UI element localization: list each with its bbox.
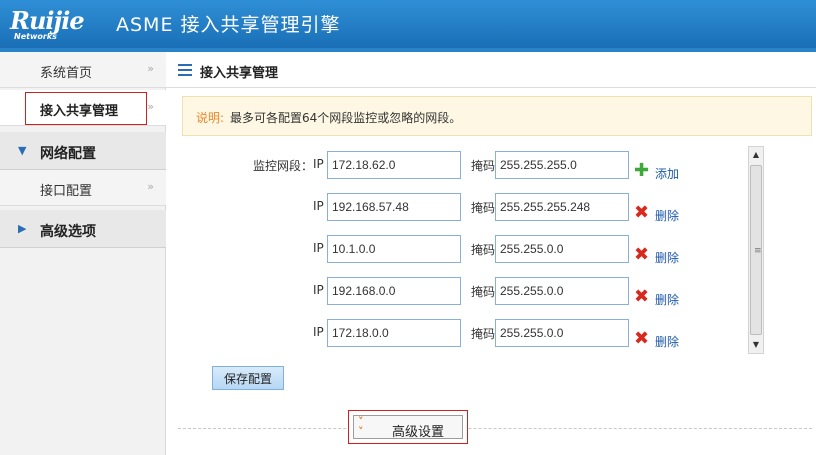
delete-label: 删除	[655, 335, 680, 349]
title-divider	[166, 87, 816, 88]
delete-label: 删除	[655, 251, 680, 265]
mask-label: 掩码	[471, 243, 496, 257]
notice-banner: 说明: 最多可各配置64个网段监控或忽略的网段。	[182, 96, 812, 136]
mask-label: 掩码	[471, 327, 496, 341]
close-x-icon: ✖	[634, 328, 650, 349]
sidebar-group-advanced[interactable]: ▶ 高级选项	[0, 210, 166, 248]
advanced-settings-label: 高级设置	[392, 425, 445, 440]
mask-input[interactable]	[495, 277, 629, 305]
ip-label: IP	[313, 283, 324, 297]
sidebar-item-label: 接入共享管理	[40, 104, 119, 119]
advanced-settings-button[interactable]: ˅ ˅ 高级设置	[353, 415, 463, 440]
ip-input[interactable]	[327, 151, 461, 179]
ip-input[interactable]	[327, 277, 461, 305]
close-x-icon: ✖	[634, 202, 650, 223]
mask-label: 掩码	[471, 285, 496, 299]
scroll-up-arrow-icon[interactable]: ▲	[749, 147, 763, 163]
plus-icon: ✚	[634, 160, 650, 181]
mask-label: 掩码	[471, 201, 496, 215]
ip-input[interactable]	[327, 235, 461, 263]
save-config-button[interactable]: 保存配置	[212, 366, 284, 390]
monitor-segment-label: 监控网段：	[253, 159, 314, 173]
chevron-right-icon: »	[147, 100, 154, 113]
triangle-right-icon: ▶	[18, 222, 27, 235]
ruijie-logo: Ruijie Networks	[10, 6, 106, 42]
mask-input[interactable]	[495, 235, 629, 263]
delete-label: 删除	[655, 293, 680, 307]
notice-key: 说明:	[196, 111, 225, 125]
scroll-down-arrow-icon[interactable]: ▼	[749, 337, 763, 353]
sidebar-group-network[interactable]: ▼ 网络配置	[0, 132, 166, 170]
chevron-right-icon: »	[147, 62, 154, 75]
sidebar-item-interface[interactable]: 接口配置 »	[0, 170, 166, 206]
mask-input[interactable]	[495, 151, 629, 179]
mask-input[interactable]	[495, 319, 629, 347]
advanced-highlight-box: ˅ ˅ 高级设置	[348, 410, 468, 444]
grip-icon: ≡	[754, 246, 762, 256]
sidebar-item-label: 接口配置	[40, 184, 93, 199]
close-x-icon: ✖	[634, 244, 650, 265]
mask-label: 掩码	[471, 159, 496, 173]
dashed-divider	[178, 428, 812, 429]
logo-wordmark: Ruijie	[10, 6, 85, 35]
sidebar-group-label: 网络配置	[40, 146, 96, 162]
delete-label: 删除	[655, 209, 680, 223]
sidebar-item-label: 系统首页	[40, 66, 93, 81]
notice-text: 最多可各配置64个网段监控或忽略的网段。	[230, 111, 462, 125]
ip-label: IP	[313, 241, 324, 255]
sidebar-item-home[interactable]: 系统首页 »	[0, 52, 166, 88]
add-label: 添加	[655, 167, 680, 181]
chevron-right-icon: »	[147, 180, 154, 193]
app-header: Ruijie Networks ASME 接入共享管理引擎	[0, 0, 816, 48]
close-x-icon: ✖	[634, 286, 650, 307]
sidebar-item-access-share[interactable]: 接入共享管理 »	[0, 90, 166, 126]
sidebar: 系统首页 » 接入共享管理 » ▼ 网络配置 接口配置 » ▶ 高级选项	[0, 52, 166, 455]
scrollbar-thumb[interactable]: ≡	[750, 165, 762, 335]
double-chevron-down-icon: ˅ ˅	[358, 415, 364, 438]
menu-icon	[178, 64, 192, 76]
ip-label: IP	[313, 325, 324, 339]
page-title: 接入共享管理	[200, 66, 279, 81]
ip-label: IP	[313, 157, 324, 171]
logo-subtitle: Networks	[14, 32, 57, 41]
ip-input[interactable]	[327, 319, 461, 347]
sidebar-group-label: 高级选项	[40, 224, 96, 240]
ip-input[interactable]	[327, 193, 461, 221]
triangle-down-icon: ▼	[18, 144, 27, 157]
ip-label: IP	[313, 199, 324, 213]
mask-input[interactable]	[495, 193, 629, 221]
app-title: ASME 接入共享管理引擎	[116, 14, 341, 36]
vertical-scrollbar[interactable]: ▲ ≡ ▼	[748, 146, 764, 354]
